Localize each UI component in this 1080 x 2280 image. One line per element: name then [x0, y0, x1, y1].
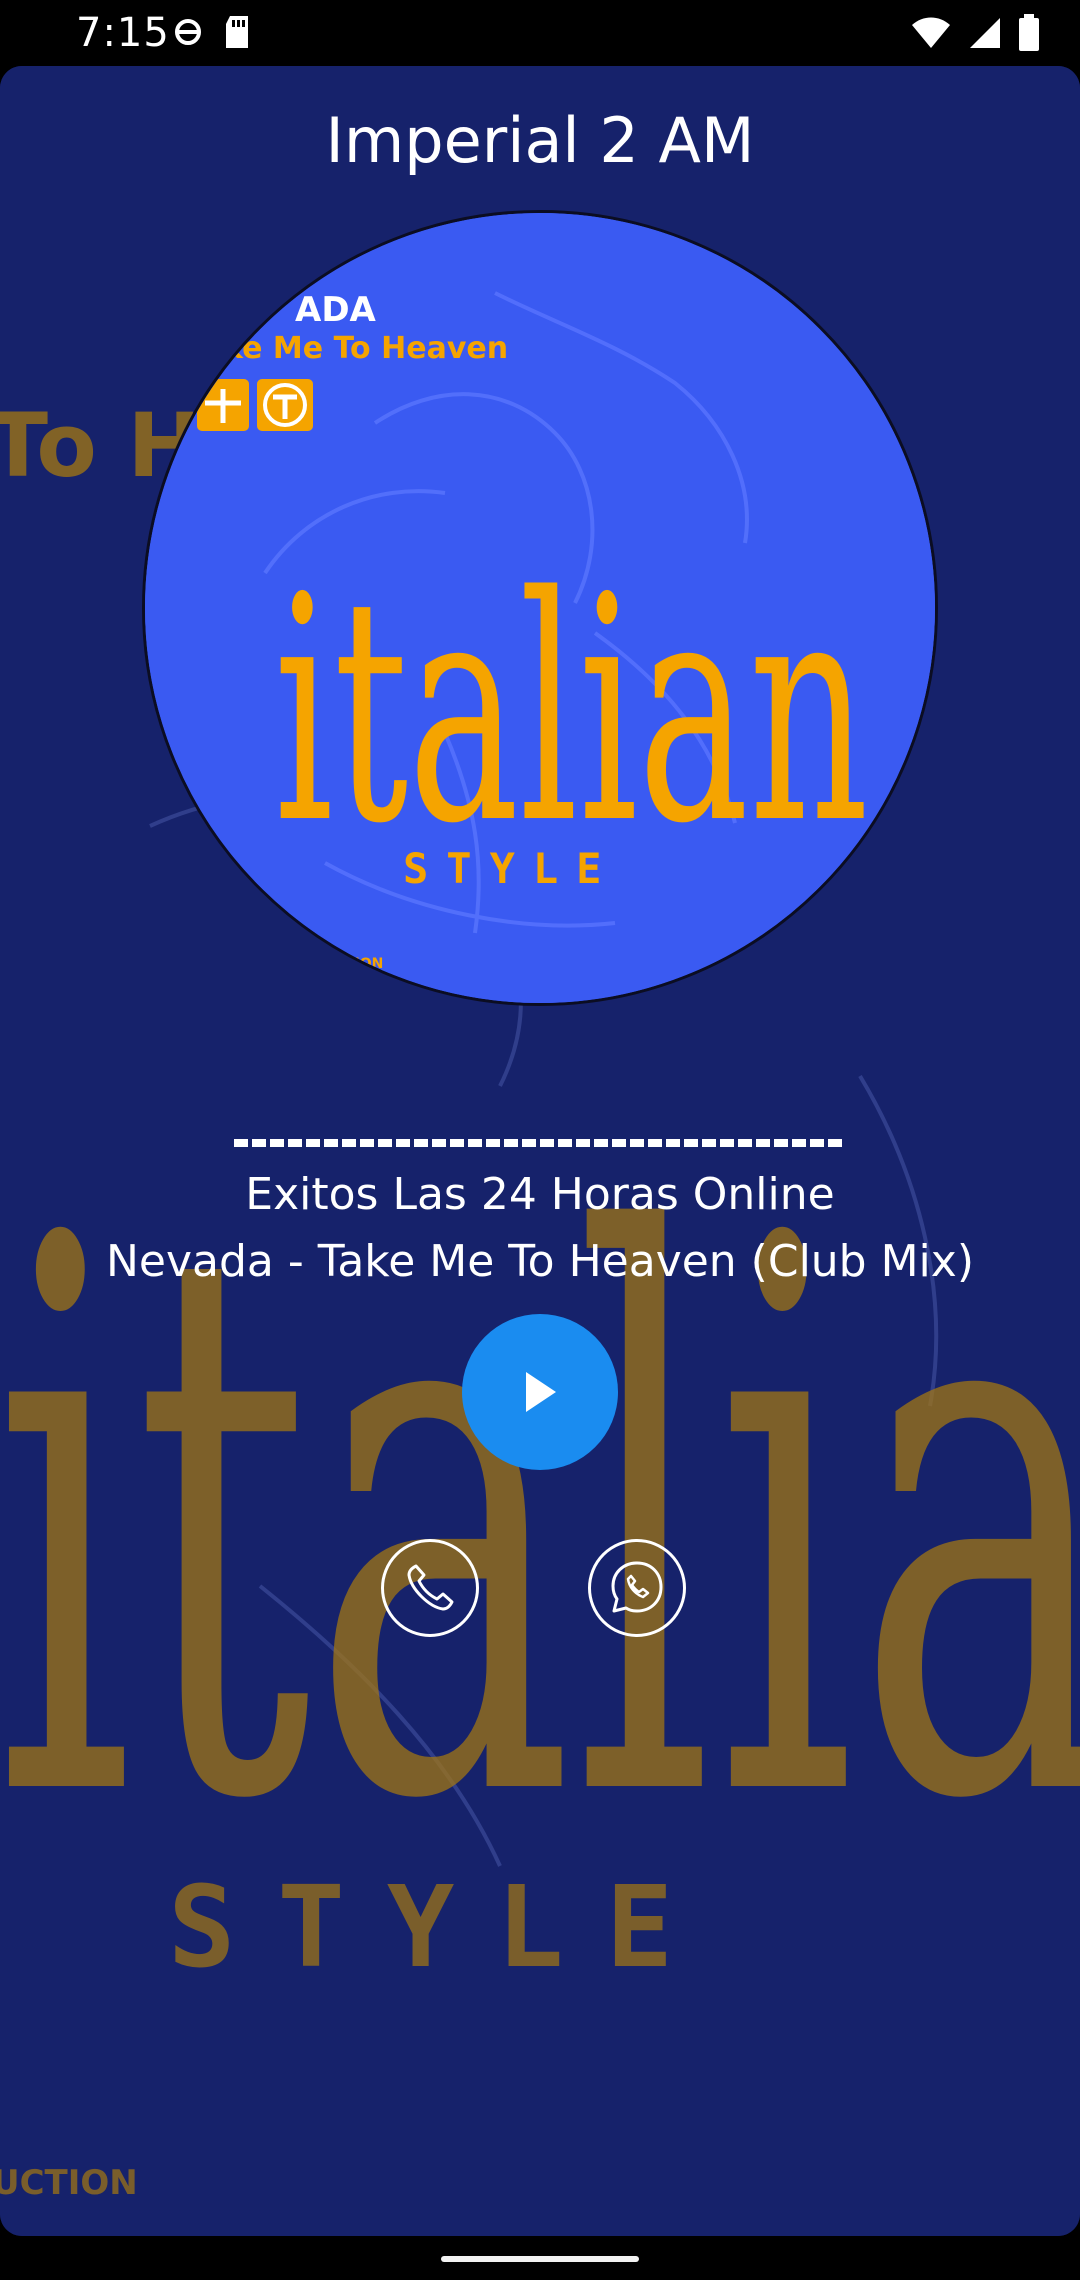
- status-right-icons: [910, 14, 1040, 56]
- cover-title-text: ke Me To Heaven: [223, 331, 508, 366]
- bg-small-text: UCTION: [0, 2163, 138, 2203]
- album-cover-art: ADA ke Me To Heaven italian STYLE TION: [145, 213, 935, 1003]
- battery-icon: [1018, 14, 1040, 56]
- status-time: 7:15: [76, 10, 170, 56]
- cover-artist-text: ADA: [295, 290, 377, 330]
- station-subtitle: Exitos Las 24 Horas Online: [245, 1169, 835, 1220]
- call-button[interactable]: [381, 1539, 479, 1637]
- bg-style-text: STYLE: [168, 1863, 715, 1993]
- whatsapp-icon: [611, 1561, 663, 1613]
- album-cover: ADA ke Me To Heaven italian STYLE TION: [142, 210, 938, 1006]
- status-bar: 7:15: [0, 0, 1080, 66]
- phone-icon: [407, 1564, 454, 1611]
- player-screen: To H italian STYLE UCTION Imperial 2 AM …: [0, 66, 1080, 2236]
- station-title: Imperial 2 AM: [325, 104, 755, 177]
- wifi-icon: [910, 16, 952, 54]
- home-indicator[interactable]: [441, 2256, 639, 2262]
- sd-card-icon: [222, 14, 252, 54]
- cover-style-text: STYLE: [403, 844, 619, 893]
- whatsapp-button[interactable]: [588, 1539, 686, 1637]
- separator-line: [234, 1139, 844, 1147]
- status-left-icons: [170, 14, 252, 54]
- cell-signal-icon: [968, 16, 1002, 54]
- cover-brand-text: italian: [274, 532, 869, 892]
- vpn-key-icon: [170, 14, 206, 54]
- play-button[interactable]: [462, 1314, 618, 1470]
- gesture-navigation-area: [0, 2236, 1080, 2280]
- play-icon: [526, 1372, 556, 1412]
- now-playing-song: Nevada - Take Me To Heaven (Club Mix): [106, 1236, 974, 1287]
